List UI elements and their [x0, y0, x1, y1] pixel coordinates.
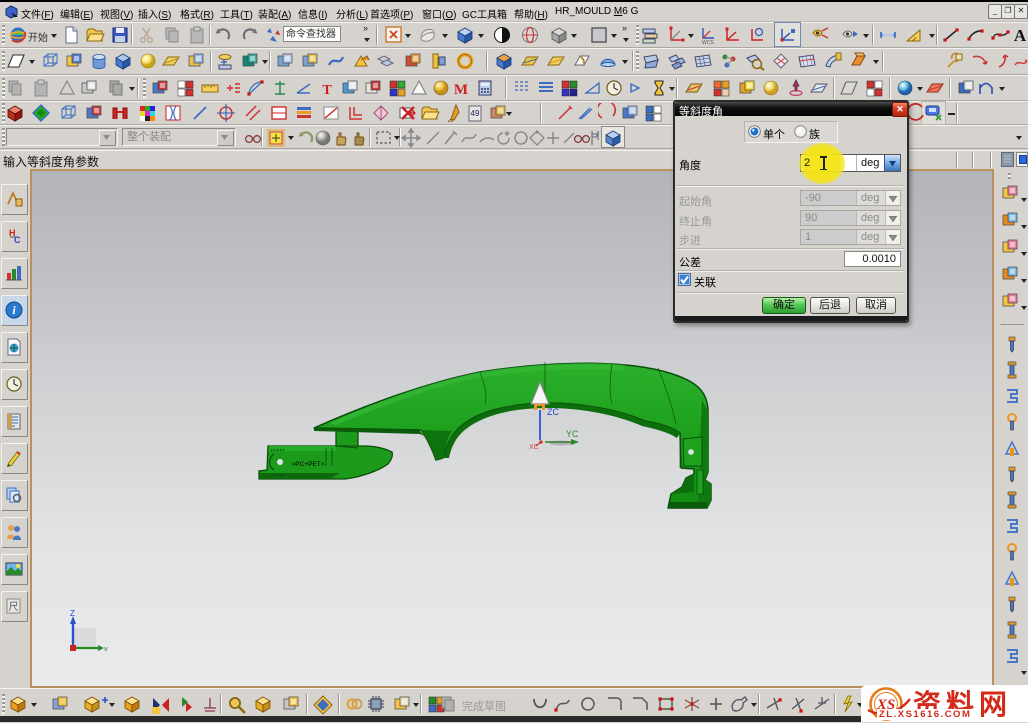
svg-text:A: A [1014, 26, 1027, 45]
svg-text:XC: XC [529, 444, 539, 451]
svg-text:v: v [104, 646, 108, 653]
svg-text:>PC+PET<: >PC+PET< [291, 461, 324, 468]
svg-text:WCS: WCS [702, 40, 714, 45]
svg-text:Z: Z [70, 609, 75, 618]
svg-text:尺: 尺 [9, 601, 19, 613]
svg-text:49: 49 [471, 109, 480, 118]
svg-text:T: T [322, 83, 332, 98]
svg-text:M: M [454, 82, 468, 98]
svg-text:YC: YC [566, 429, 579, 439]
svg-text:ZC: ZC [547, 407, 559, 417]
